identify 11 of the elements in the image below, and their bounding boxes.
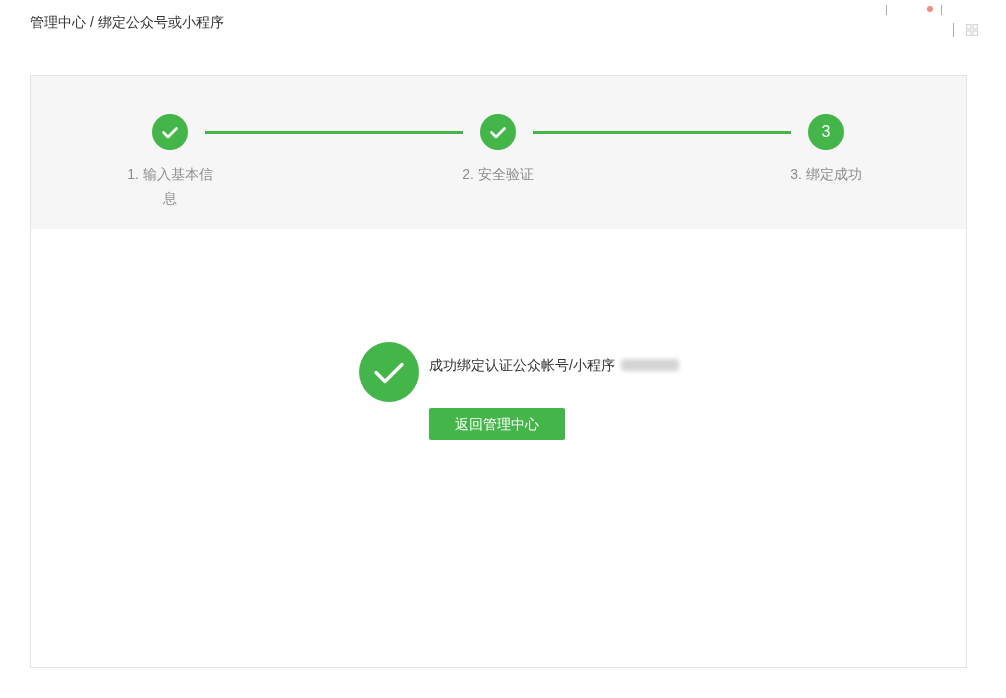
success-check-icon (359, 342, 419, 402)
notification-dot-icon (927, 6, 933, 12)
return-button[interactable]: 返回管理中心 (429, 408, 565, 440)
blurred-redaction (620, 359, 679, 371)
breadcrumb: 管理中心 / 绑定公众号或小程序 (30, 13, 224, 32)
grid-icon (966, 24, 978, 36)
step-label: 3. 绑定成功 (789, 165, 863, 184)
step-number: 3 (808, 114, 844, 150)
step-label: 1. 输入基本信息 (126, 165, 214, 208)
step-label: 2. 安全验证 (461, 165, 535, 184)
success-message: 成功绑定认证公众帐号/小程序 (429, 356, 615, 375)
